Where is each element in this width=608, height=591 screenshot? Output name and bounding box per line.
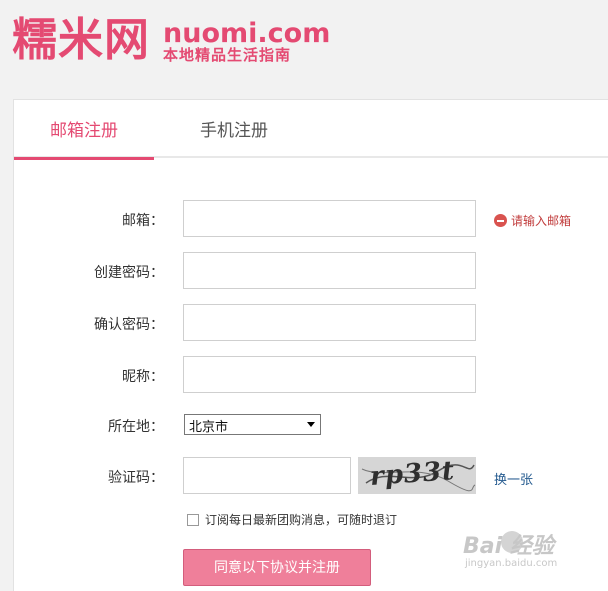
refresh-captcha-link[interactable]: 换一张: [494, 469, 533, 488]
logo-text: 糯米网: [12, 13, 151, 66]
email-input[interactable]: [183, 200, 476, 237]
baidu-watermark: Bai 经验 jingyan.baidu.com: [463, 528, 603, 586]
location-select-value: 北京市: [189, 420, 229, 435]
nickname-input[interactable]: [183, 356, 476, 393]
confirm-password-input[interactable]: [183, 304, 476, 341]
confirm-password-label: 确认密码：: [94, 317, 164, 333]
email-tip: 请输入邮箱: [494, 212, 571, 229]
register-submit-button[interactable]: 同意以下协议并注册: [183, 549, 371, 586]
password-input[interactable]: [183, 252, 476, 289]
email-tip-text: 请输入邮箱: [511, 214, 572, 228]
captcha-image-text: rp33t: [369, 457, 457, 492]
subscribe-option[interactable]: 订阅每日最新团购消息，可随时退订: [187, 511, 397, 528]
register-panel: 邮箱注册 手机注册 邮箱： 请输入邮箱 创建密码： 确认密码： 昵称： 所在地：…: [13, 99, 608, 591]
subscribe-label: 订阅每日最新团购消息，可随时退订: [205, 513, 398, 527]
watermark-text: Bai 经验: [463, 534, 554, 559]
tab-phone-register[interactable]: 手机注册: [184, 100, 284, 158]
logo-slogan: 本地精品生活指南: [163, 46, 292, 64]
chevron-down-icon: [307, 422, 315, 427]
password-label: 创建密码：: [94, 265, 164, 281]
minus-circle-icon: [494, 214, 507, 227]
captcha-input[interactable]: [183, 457, 351, 494]
nickname-label: 昵称：: [122, 369, 164, 385]
location-label: 所在地：: [108, 419, 164, 435]
captcha-label: 验证码：: [108, 470, 164, 486]
captcha-image[interactable]: rp33t: [358, 457, 476, 494]
logo-domain: nuomi.com: [163, 18, 331, 49]
email-label: 邮箱：: [122, 213, 164, 229]
register-tabs: 邮箱注册 手机注册: [14, 100, 608, 160]
location-select[interactable]: 北京市: [184, 414, 321, 435]
watermark-url: jingyan.baidu.com: [465, 558, 558, 569]
subscribe-checkbox[interactable]: [187, 513, 199, 526]
tab-email-register[interactable]: 邮箱注册: [14, 100, 154, 160]
